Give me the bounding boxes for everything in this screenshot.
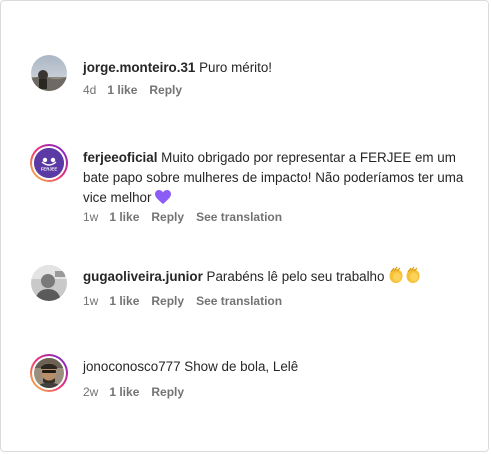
reply-button[interactable]: Reply [149,83,182,97]
likes-count-button[interactable]: 1 like [109,294,139,308]
comment-text: jorge.monteiro.31 Puro mérito! [83,58,473,78]
avatar[interactable] [31,55,67,91]
comment-text: ferjeeoficial Muito obrigado por represe… [83,148,473,211]
reply-button[interactable]: Reply [151,294,184,308]
comment-meta: 4d 1 like Reply [83,83,194,97]
likes-count-button[interactable]: 1 like [107,83,137,97]
comment-time[interactable]: 1w [83,210,98,224]
comment-message: Puro mérito! [199,60,273,75]
comment-time[interactable]: 1w [83,294,98,308]
comment-meta: 1w 1 like Reply See translation [83,210,294,224]
comment-username[interactable]: gugaoliveira.junior [83,269,203,284]
likes-count-button[interactable]: 1 like [109,210,139,224]
comment-username[interactable]: jonoconosco777 [83,359,181,374]
comment-message: Parabéns lê pelo seu trabalho [206,269,385,284]
comment-time[interactable]: 4d [83,83,96,97]
comment-meta: 2w 1 like Reply [83,385,196,399]
comment-message: Show de bola, Lelê [184,359,299,374]
likes-count-button[interactable]: 1 like [109,385,139,399]
ferjee-logo-icon: FERJEE [34,148,64,178]
avatar[interactable] [31,265,67,301]
comments-panel: jorge.monteiro.31 Puro mérito! 4d 1 like… [0,0,489,452]
purple-heart-icon [155,190,172,211]
comment-text: jonoconosco777 Show de bola, Lelê [83,357,473,377]
comment-meta: 1w 1 like Reply See translation [83,294,294,308]
see-translation-button[interactable]: See translation [196,294,282,308]
comment-username[interactable]: jorge.monteiro.31 [83,60,195,75]
comment-text: gugaoliveira.junior Parabéns lê pelo seu… [83,266,473,290]
avatar[interactable]: FERJEE [30,144,68,182]
see-translation-button[interactable]: See translation [196,210,282,224]
clapping-hands-icon [388,266,422,290]
reply-button[interactable]: Reply [151,385,184,399]
comment-username[interactable]: ferjeeoficial [83,150,157,165]
comment-time[interactable]: 2w [83,385,98,399]
avatar[interactable] [30,354,68,392]
svg-text:FERJEE: FERJEE [41,167,57,172]
reply-button[interactable]: Reply [151,210,184,224]
